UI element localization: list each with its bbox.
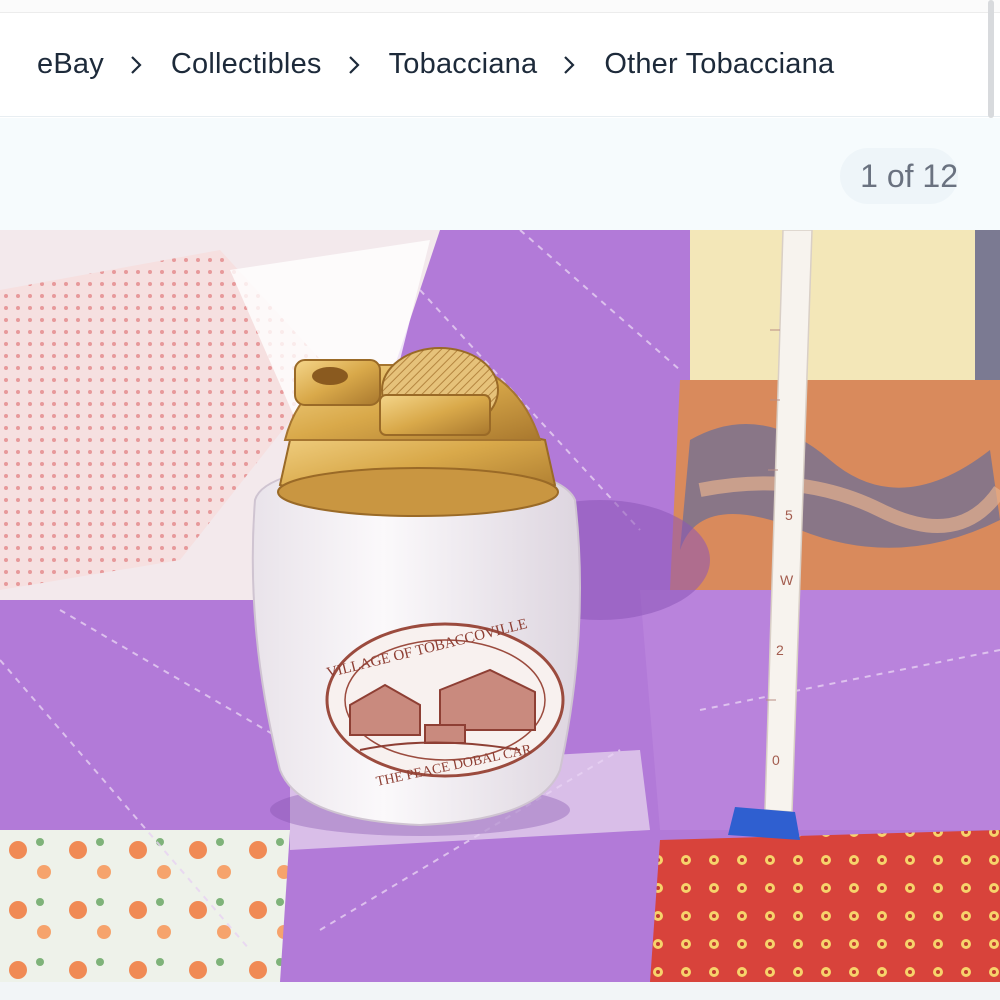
svg-text:0: 0 [772,752,780,768]
top-edge [0,0,1000,13]
svg-text:W: W [780,572,794,588]
breadcrumb-tobacciana[interactable]: Tobacciana [389,48,538,81]
scrollbar[interactable] [988,0,994,118]
breadcrumb: eBay Collectibles Tobacciana Other Tobac… [0,13,1000,117]
chevron-right-icon [348,55,361,75]
svg-text:2: 2 [776,642,784,658]
product-image[interactable]: VILLAGE OF TOBACCOVILLE THE PEACE DOBAL … [0,230,1000,982]
image-counter: 1 of 12 [840,148,958,204]
bottom-edge [0,982,1000,1000]
gallery-header: 1 of 12 [0,118,1000,230]
svg-text:5: 5 [785,507,793,523]
breadcrumb-ebay[interactable]: eBay [37,48,104,81]
chevron-right-icon [130,55,143,75]
chevron-right-icon [563,55,576,75]
breadcrumb-other-tobacciana[interactable]: Other Tobacciana [604,48,834,81]
breadcrumb-collectibles[interactable]: Collectibles [171,48,322,81]
